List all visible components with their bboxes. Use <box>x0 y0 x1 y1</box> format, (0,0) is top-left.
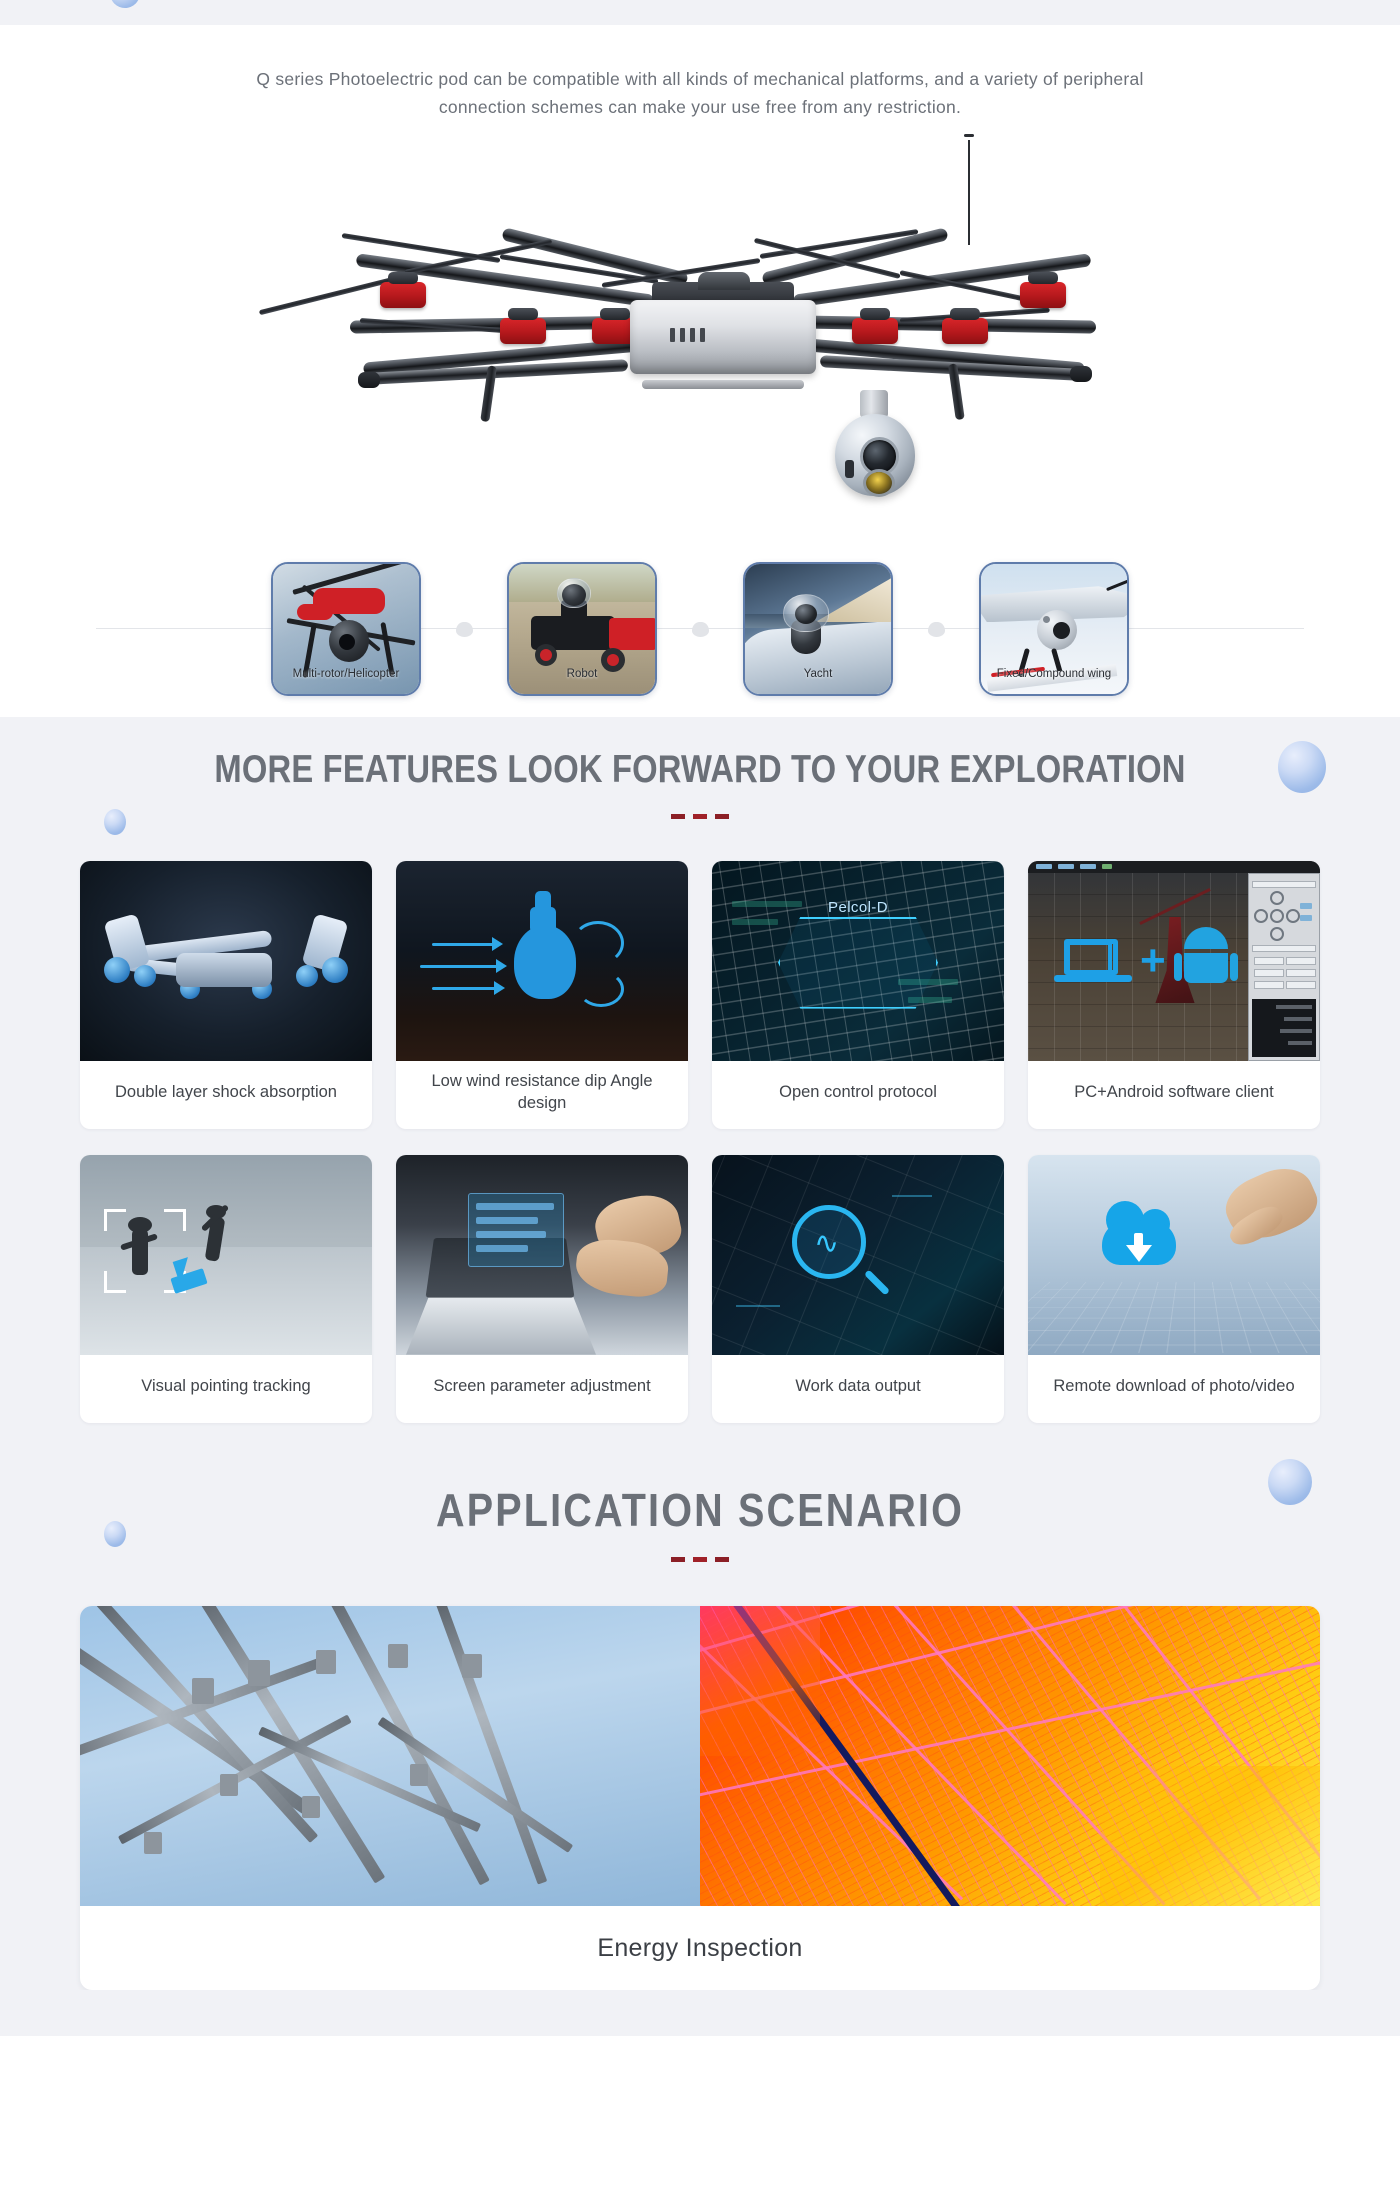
features-title: MORE FEATURES LOOK FORWARD TO YOUR EXPLO… <box>214 747 1186 791</box>
feature-image-shock-absorption <box>80 860 372 1061</box>
platform-thumb-yacht[interactable]: Yacht <box>743 562 893 697</box>
drone-motor-cap-6 <box>1028 271 1058 284</box>
feature-card-open-protocol[interactable]: Pelcol-D Open control protocol <box>712 860 1004 1129</box>
drone-body-dome <box>698 271 750 290</box>
drone-lower-frame-plate <box>642 379 804 389</box>
scenario-card-energy-inspection[interactable]: Energy Inspection <box>80 1606 1320 1991</box>
scenario-images <box>80 1606 1320 1907</box>
intro-paragraph: Q series Photoelectric pod can be compat… <box>256 69 1144 118</box>
application-title: APPLICATION SCENARIO <box>435 1483 964 1536</box>
gimbal-thermal-lens <box>866 471 892 494</box>
platform-separator-1 <box>424 621 504 637</box>
features-divider <box>671 813 729 819</box>
feature-label-wind-resistance: Low wind resistance dip Angle design <box>431 1072 653 1112</box>
bottom-spacer <box>0 1990 1400 2037</box>
feature-card-remote-download[interactable]: Remote download of photo/video <box>1028 1154 1320 1423</box>
divider-dash-left <box>671 813 685 819</box>
drone-motor-cap-5 <box>950 307 980 320</box>
platform-item-robot[interactable]: Robot <box>504 562 660 697</box>
application-divider <box>671 1557 729 1563</box>
feature-card-pc-android-client[interactable]: + PC+Android software client <box>1028 860 1320 1129</box>
feature-image-open-protocol: Pelcol-D <box>712 860 1004 1061</box>
drone-motor-4 <box>852 317 898 344</box>
gimbal-main-lens <box>863 439 896 473</box>
platform-label-fixedwing: Fixed/Compound wing <box>996 668 1112 681</box>
plus-icon: + <box>1140 935 1166 985</box>
drone-motor-1 <box>380 281 426 308</box>
drone-motor-cap-2 <box>508 307 538 320</box>
scenario-image-transmission-tower <box>80 1606 700 1907</box>
feature-image-work-data-output: ∿ <box>712 1154 1004 1355</box>
feature-label-remote-download: Remote download of photo/video <box>1053 1377 1295 1396</box>
scenario-image-solar-thermal <box>700 1606 1320 1907</box>
gimbal-laser-window <box>845 459 854 478</box>
divider-dash-right <box>715 813 729 819</box>
feature-card-wind-resistance[interactable]: Low wind resistance dip Angle design <box>396 860 688 1129</box>
decor-sphere-features-left <box>104 808 126 835</box>
platform-item-yacht[interactable]: Yacht <box>740 562 896 697</box>
platform-separator-2 <box>660 621 740 637</box>
drone-body <box>630 299 816 374</box>
drone-status-led-1 <box>670 327 675 342</box>
divider-dash-left <box>671 1557 685 1563</box>
divider-dash-mid <box>693 1557 707 1563</box>
platform-compatibility-row: Multi-rotor/Helicopter Robot Yacht Fixed… <box>0 541 1400 717</box>
product-landing-page: Q series Photoelectric pod can be compat… <box>0 0 1400 2037</box>
chevron-dot-separator-icon <box>691 621 709 637</box>
drone-status-led-3 <box>690 327 695 342</box>
features-grid: Double layer shock absorption Low wind r… <box>80 860 1320 1423</box>
platform-label-multirotor: Multi-rotor/Helicopter <box>292 668 400 681</box>
drone-status-led-2 <box>680 327 685 342</box>
scenario-caption: Energy Inspection <box>597 1933 803 1962</box>
drone-motor-6 <box>1020 281 1066 308</box>
features-section: MORE FEATURES LOOK FORWARD TO YOUR EXPLO… <box>0 716 1400 1445</box>
platform-thumb-multirotor[interactable]: Multi-rotor/Helicopter <box>271 562 421 697</box>
top-strip <box>0 0 1400 25</box>
platform-item-fixedwing[interactable]: Fixed/Compound wing <box>976 562 1132 697</box>
feature-label-shock-absorption: Double layer shock absorption <box>115 1083 337 1102</box>
platform-separator-3 <box>896 621 976 637</box>
drone-antenna-tip <box>964 133 974 137</box>
hero-drone-illustration <box>0 122 1400 542</box>
drone-motor-5 <box>942 317 988 344</box>
drone-status-led-4 <box>700 327 705 342</box>
feature-image-screen-parameters <box>396 1154 688 1355</box>
application-scenario-section: APPLICATION SCENARIO Energy Inspection <box>0 1444 1400 2037</box>
drone-motor-cap-4 <box>860 307 890 320</box>
divider-dash-mid <box>693 813 707 819</box>
chevron-dot-separator-icon <box>927 621 945 637</box>
feature-label-pc-android-client: PC+Android software client <box>1074 1083 1274 1102</box>
platform-label-yacht: Yacht <box>803 668 833 681</box>
platform-thumb-robot[interactable]: Robot <box>507 562 657 697</box>
platform-thumb-fixedwing[interactable]: Fixed/Compound wing <box>979 562 1129 697</box>
feature-label-visual-tracking: Visual pointing tracking <box>141 1377 311 1396</box>
drone-skid-cap-left <box>358 371 380 388</box>
feature-card-screen-parameters[interactable]: Screen parameter adjustment <box>396 1154 688 1423</box>
decor-sphere-top <box>110 0 140 8</box>
feature-image-visual-tracking <box>80 1154 372 1355</box>
feature-card-visual-tracking[interactable]: Visual pointing tracking <box>80 1154 372 1423</box>
feature-card-work-data-output[interactable]: ∿ Work data output <box>712 1154 1004 1423</box>
drone-antenna-mast <box>968 139 970 245</box>
feature-image-remote-download <box>1028 1154 1320 1355</box>
feature-image-pc-android-client: + <box>1028 860 1320 1061</box>
intro-section: Q series Photoelectric pod can be compat… <box>0 25 1400 717</box>
platform-item-multirotor[interactable]: Multi-rotor/Helicopter <box>268 562 424 697</box>
feature-card-shock-absorption[interactable]: Double layer shock absorption <box>80 860 372 1129</box>
drone-motor-2 <box>500 317 546 344</box>
drone-motor-cap-1 <box>388 271 418 284</box>
feature-label-screen-parameters: Screen parameter adjustment <box>433 1377 651 1396</box>
platform-label-robot: Robot <box>566 668 598 681</box>
drone-skid-cap-right <box>1070 365 1092 382</box>
feature-image-wind-resistance <box>396 860 688 1061</box>
drone-graphic <box>200 122 1200 542</box>
feature-overlay-protocol-name: Pelcol-D <box>828 898 888 916</box>
chevron-dot-separator-icon <box>455 621 473 637</box>
drone-motor-cap-3 <box>600 307 630 320</box>
divider-dash-right <box>715 1557 729 1563</box>
feature-label-open-protocol: Open control protocol <box>779 1083 937 1102</box>
feature-label-work-data-output: Work data output <box>795 1377 921 1396</box>
